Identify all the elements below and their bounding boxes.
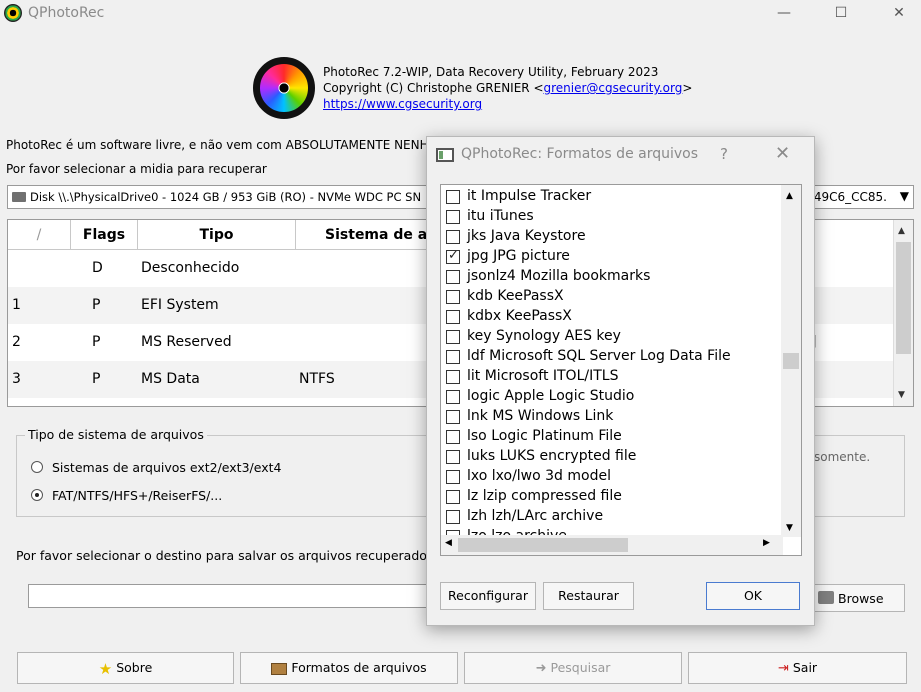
format-checkbox[interactable] bbox=[446, 210, 460, 224]
destination-label: Por favor selecionar o destino para salv… bbox=[16, 548, 438, 563]
radio-fat-ntfs[interactable] bbox=[31, 489, 43, 501]
scroll-left-icon[interactable]: ◀ bbox=[445, 538, 452, 548]
restore-button[interactable]: Restaurar bbox=[543, 582, 634, 610]
dialog-window-icon bbox=[436, 148, 454, 162]
file-formats-button[interactable]: Formatos de arquivos bbox=[240, 652, 458, 684]
dialog-title: QPhotoRec: Formatos de arquivos bbox=[461, 146, 699, 162]
scroll-right-icon[interactable]: ▶ bbox=[763, 538, 770, 548]
app-icon bbox=[4, 4, 22, 22]
list-horizontal-scrollbar[interactable]: ◀ ▶ bbox=[441, 535, 783, 555]
format-checkbox[interactable] bbox=[446, 270, 460, 284]
format-checkbox[interactable] bbox=[446, 390, 460, 404]
window-title: QPhotoRec bbox=[28, 5, 105, 21]
ok-button[interactable]: OK bbox=[706, 582, 800, 610]
help-icon[interactable]: ? bbox=[720, 145, 728, 163]
scroll-up-icon[interactable]: ▲ bbox=[786, 191, 793, 201]
scroll-thumb[interactable] bbox=[896, 242, 911, 354]
format-checkbox[interactable] bbox=[446, 230, 460, 244]
photorec-logo bbox=[253, 57, 315, 119]
format-checkbox[interactable] bbox=[446, 190, 460, 204]
disk-label-tail: 49C6_CC85. bbox=[807, 190, 887, 204]
scroll-up-icon[interactable]: ▲ bbox=[898, 226, 905, 236]
search-button[interactable]: ➜ Pesquisar bbox=[464, 652, 682, 684]
folder-icon bbox=[818, 591, 834, 604]
format-checkbox[interactable] bbox=[446, 490, 460, 504]
format-checkbox[interactable] bbox=[446, 410, 460, 424]
picture-icon bbox=[271, 662, 288, 675]
website-link[interactable]: https://www.cgsecurity.org bbox=[323, 97, 482, 111]
title-bar: QPhotoRec — ☐ ✕ bbox=[0, 0, 921, 28]
exit-icon: ⇥ bbox=[777, 660, 789, 676]
radio-ext-filesystems[interactable] bbox=[31, 461, 43, 473]
arrow-right-icon: ➜ bbox=[535, 660, 547, 676]
scroll-down-icon[interactable]: ▼ bbox=[898, 390, 905, 400]
table-scrollbar[interactable]: ▲ ▼ bbox=[893, 220, 913, 406]
format-checkbox[interactable] bbox=[446, 510, 460, 524]
radio-ext-label[interactable]: Sistemas de arquivos ext2/ext3/ext4 bbox=[52, 460, 281, 475]
chevron-down-icon[interactable]: ▼ bbox=[900, 189, 909, 203]
copyright-line: Copyright (C) Christophe GRENIER <grenie… bbox=[323, 81, 693, 95]
column-header-number[interactable]: / bbox=[8, 220, 71, 250]
maximize-button[interactable]: ☐ bbox=[819, 2, 863, 26]
format-checkbox[interactable] bbox=[446, 310, 460, 324]
minimize-button[interactable]: — bbox=[762, 2, 806, 26]
file-format-list[interactable]: it Impulse Tracker itu iTunes jks Java K… bbox=[440, 184, 802, 556]
column-header-flags[interactable]: Flags bbox=[71, 220, 138, 250]
format-checkbox-checked[interactable] bbox=[446, 248, 460, 264]
scroll-thumb[interactable] bbox=[783, 353, 799, 369]
disk-icon bbox=[12, 192, 26, 202]
filesystem-type-legend: Tipo de sistema de arquivos bbox=[25, 427, 207, 442]
browse-button[interactable]: Browse bbox=[811, 584, 905, 612]
format-checkbox[interactable] bbox=[446, 370, 460, 384]
scroll-down-icon[interactable]: ▼ bbox=[786, 523, 793, 533]
radio-fat-ntfs-label[interactable]: FAT/NTFS/HFS+/ReiserFS/... bbox=[52, 488, 222, 503]
scroll-thumb[interactable] bbox=[458, 538, 628, 552]
about-button[interactable]: ★ Sobre bbox=[17, 652, 234, 684]
format-checkbox[interactable] bbox=[446, 330, 460, 344]
disk-label: Disk \\.\PhysicalDrive0 - 1024 GB / 953 … bbox=[30, 190, 422, 204]
star-icon: ★ bbox=[98, 659, 113, 678]
format-checkbox[interactable] bbox=[446, 430, 460, 444]
select-media-label: Por favor selecionar a midia para recupe… bbox=[6, 162, 267, 176]
header-info: PhotoRec 7.2-WIP, Data Recovery Utility,… bbox=[323, 64, 692, 112]
dialog-close-icon[interactable]: ✕ bbox=[775, 143, 790, 164]
format-checkbox[interactable] bbox=[446, 450, 460, 464]
email-link[interactable]: grenier@cgsecurity.org bbox=[544, 81, 683, 95]
license-text: PhotoRec é um software livre, e não vem … bbox=[6, 138, 448, 152]
column-header-type[interactable]: Tipo bbox=[138, 220, 296, 250]
close-button[interactable]: ✕ bbox=[877, 2, 921, 26]
quit-button[interactable]: ⇥ Sair bbox=[688, 652, 907, 684]
file-formats-dialog: QPhotoRec: Formatos de arquivos ? ✕ it I… bbox=[426, 136, 815, 626]
side-text: somente. bbox=[814, 450, 871, 464]
list-vertical-scrollbar[interactable]: ▲ ▼ bbox=[781, 185, 801, 537]
format-checkbox[interactable] bbox=[446, 470, 460, 484]
version-line: PhotoRec 7.2-WIP, Data Recovery Utility,… bbox=[323, 65, 659, 79]
reconfigure-button[interactable]: Reconfigurar bbox=[440, 582, 536, 610]
format-checkbox[interactable] bbox=[446, 350, 460, 364]
format-checkbox[interactable] bbox=[446, 290, 460, 304]
